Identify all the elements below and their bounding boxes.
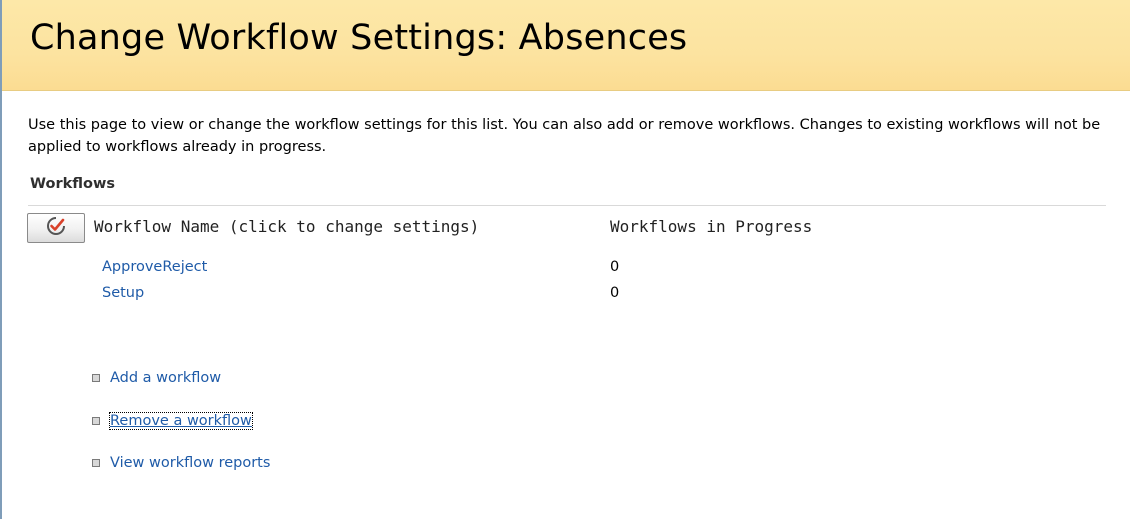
column-header-workflows-in-progress: Workflows in Progress <box>610 217 813 236</box>
column-header-workflow-name: Workflow Name (click to change settings) <box>94 217 480 236</box>
workflow-in-progress-count: 0 <box>610 259 620 275</box>
section-divider <box>28 205 1106 206</box>
action-item-reports: View workflow reports <box>92 452 270 474</box>
workflows-section-heading: Workflows <box>30 176 115 192</box>
workflow-row: ApproveReject 0 <box>102 259 802 281</box>
square-bullet-icon <box>92 417 100 425</box>
workflow-row: Setup 0 <box>102 285 802 307</box>
workflow-column-button[interactable] <box>27 213 85 243</box>
action-item-add: Add a workflow <box>92 367 221 389</box>
square-bullet-icon <box>92 374 100 382</box>
title-band: Change Workflow Settings: Absences <box>2 0 1130 91</box>
workflow-in-progress-count: 0 <box>610 285 620 301</box>
add-workflow-link[interactable]: Add a workflow <box>110 370 221 386</box>
page-description: Use this page to view or change the work… <box>28 117 1101 155</box>
workflow-link-approvereject[interactable]: ApproveReject <box>102 259 207 275</box>
remove-workflow-link[interactable]: Remove a workflow <box>109 412 253 430</box>
page-title: Change Workflow Settings: Absences <box>30 18 688 58</box>
workflow-link-setup[interactable]: Setup <box>102 285 144 301</box>
action-item-remove: Remove a workflow <box>92 410 253 432</box>
square-bullet-icon <box>92 459 100 467</box>
view-workflow-reports-link[interactable]: View workflow reports <box>110 455 270 471</box>
workflow-check-icon <box>45 215 67 241</box>
